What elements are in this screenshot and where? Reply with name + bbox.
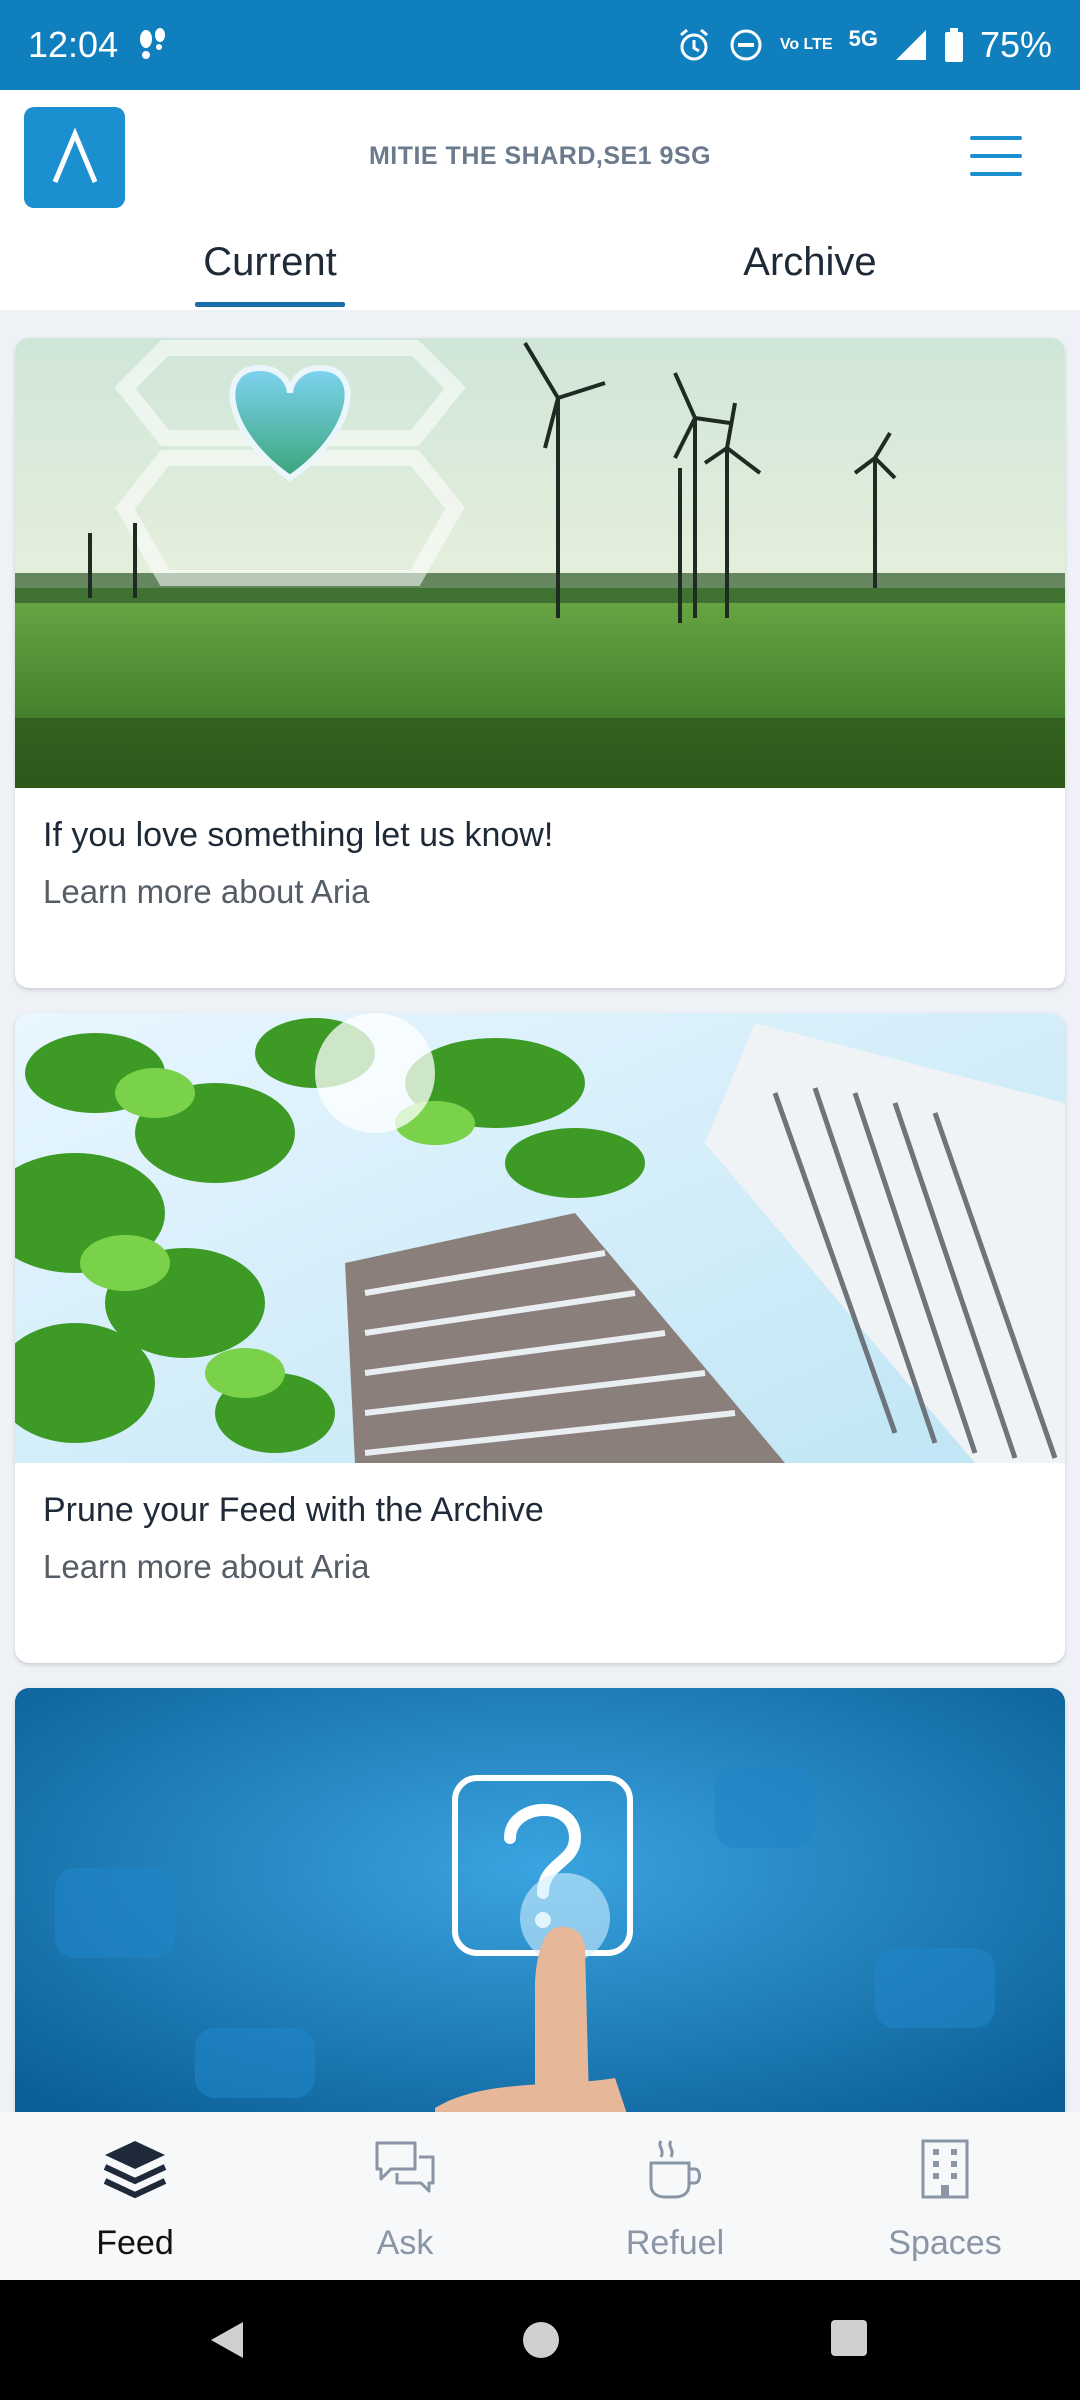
tab-current[interactable]: Current: [195, 240, 345, 285]
hamburger-menu-icon[interactable]: [970, 136, 1022, 176]
feed-tabs: Current Archive: [0, 220, 1080, 310]
chat-bubbles-icon: [370, 2136, 440, 2202]
nav-refuel[interactable]: Refuel: [540, 2112, 810, 2280]
card-subtitle: Learn more about Aria: [43, 873, 370, 910]
nav-feed[interactable]: Feed: [0, 2112, 270, 2280]
network-type: 5G: [848, 26, 878, 51]
nav-spaces-label: Spaces: [888, 2224, 1002, 2262]
signal-icon: [894, 28, 928, 62]
back-icon[interactable]: [205, 2318, 249, 2367]
site-name: MITIE THE SHARD,SE1 9SG: [368, 142, 712, 170]
nav-feed-label: Feed: [96, 2224, 174, 2262]
battery-percent: 75%: [979, 24, 1052, 65]
leaves-buildings-image: [15, 1013, 1065, 1463]
building-icon: [910, 2136, 980, 2202]
nav-spaces[interactable]: Spaces: [810, 2112, 1080, 2280]
home-icon[interactable]: [519, 2318, 563, 2367]
feed-card[interactable]: Prune your Feed with the Archive Learn m…: [15, 1013, 1065, 1663]
nav-refuel-label: Refuel: [625, 2224, 725, 2262]
app-header: MITIE THE SHARD,SE1 9SG: [0, 90, 1080, 220]
question-touch-image: [15, 1688, 1065, 2112]
feed-card[interactable]: If you love something let us know! Learn…: [15, 338, 1065, 988]
wind-turbines-image: [15, 338, 1065, 788]
coffee-cup-icon: [640, 2136, 710, 2202]
volte-indicator: Vo LTE: [779, 36, 833, 53]
recents-icon[interactable]: [829, 2318, 869, 2363]
footsteps-icon: [136, 27, 170, 63]
system-navigation-bar: [0, 2280, 1080, 2400]
bottom-nav: Feed Ask Refuel Spaces: [0, 2112, 1080, 2280]
feed-card[interactable]: [15, 1688, 1065, 2112]
layers-icon: [100, 2136, 170, 2202]
active-tab-indicator: [195, 302, 345, 307]
status-time: 12:04: [28, 24, 119, 65]
card-title: Prune your Feed with the Archive: [43, 1491, 544, 1529]
alarm-icon: [676, 27, 712, 63]
battery-icon: [944, 28, 964, 62]
nav-ask-label: Ask: [376, 2224, 434, 2262]
nav-ask[interactable]: Ask: [270, 2112, 540, 2280]
feed-list[interactable]: If you love something let us know! Learn…: [0, 310, 1080, 2112]
tab-archive[interactable]: Archive: [720, 240, 900, 285]
card-title: If you love something let us know!: [43, 816, 554, 854]
card-subtitle: Learn more about Aria: [43, 1548, 370, 1585]
do-not-disturb-icon: [728, 27, 764, 63]
status-bar: 12:04 Vo LTE 5G 75%: [0, 0, 1080, 90]
